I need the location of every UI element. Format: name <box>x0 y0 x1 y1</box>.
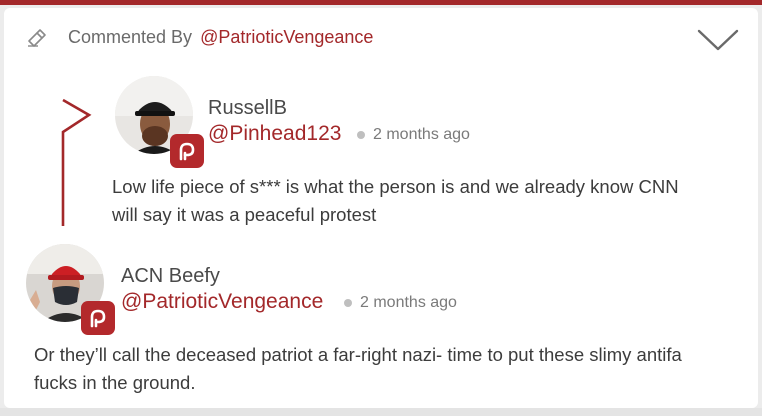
display-name: RussellB <box>208 97 287 119</box>
timestamp: 2 months ago <box>344 294 457 312</box>
bottom-divider <box>0 408 762 416</box>
comment-header: Commented By @PatrioticVengeance <box>26 24 373 50</box>
comment-text: Low life piece of s*** is what the perso… <box>112 176 679 225</box>
separator-dot <box>344 299 352 307</box>
separator-dot <box>357 131 365 139</box>
parler-logo-icon <box>81 301 115 335</box>
reply-thread-line <box>61 98 92 226</box>
commented-by-user-link[interactable]: @PatrioticVengeance <box>200 27 373 48</box>
chevron-down-icon[interactable] <box>696 26 740 54</box>
timestamp-text: 2 months ago <box>360 294 457 311</box>
timestamp-text: 2 months ago <box>373 126 470 143</box>
parler-logo-icon <box>170 134 204 168</box>
user-handle-link[interactable]: @PatrioticVengeance <box>121 290 323 314</box>
comment-eraser-icon <box>26 26 48 48</box>
display-name: ACN Beefy <box>121 265 220 287</box>
user-handle-link[interactable]: @Pinhead123 <box>208 122 341 146</box>
commented-by-label: Commented By <box>68 26 193 47</box>
top-accent-bar <box>0 0 762 5</box>
timestamp: 2 months ago <box>357 126 470 144</box>
comment-text: Or they’ll call the deceased patriot a f… <box>34 344 682 393</box>
